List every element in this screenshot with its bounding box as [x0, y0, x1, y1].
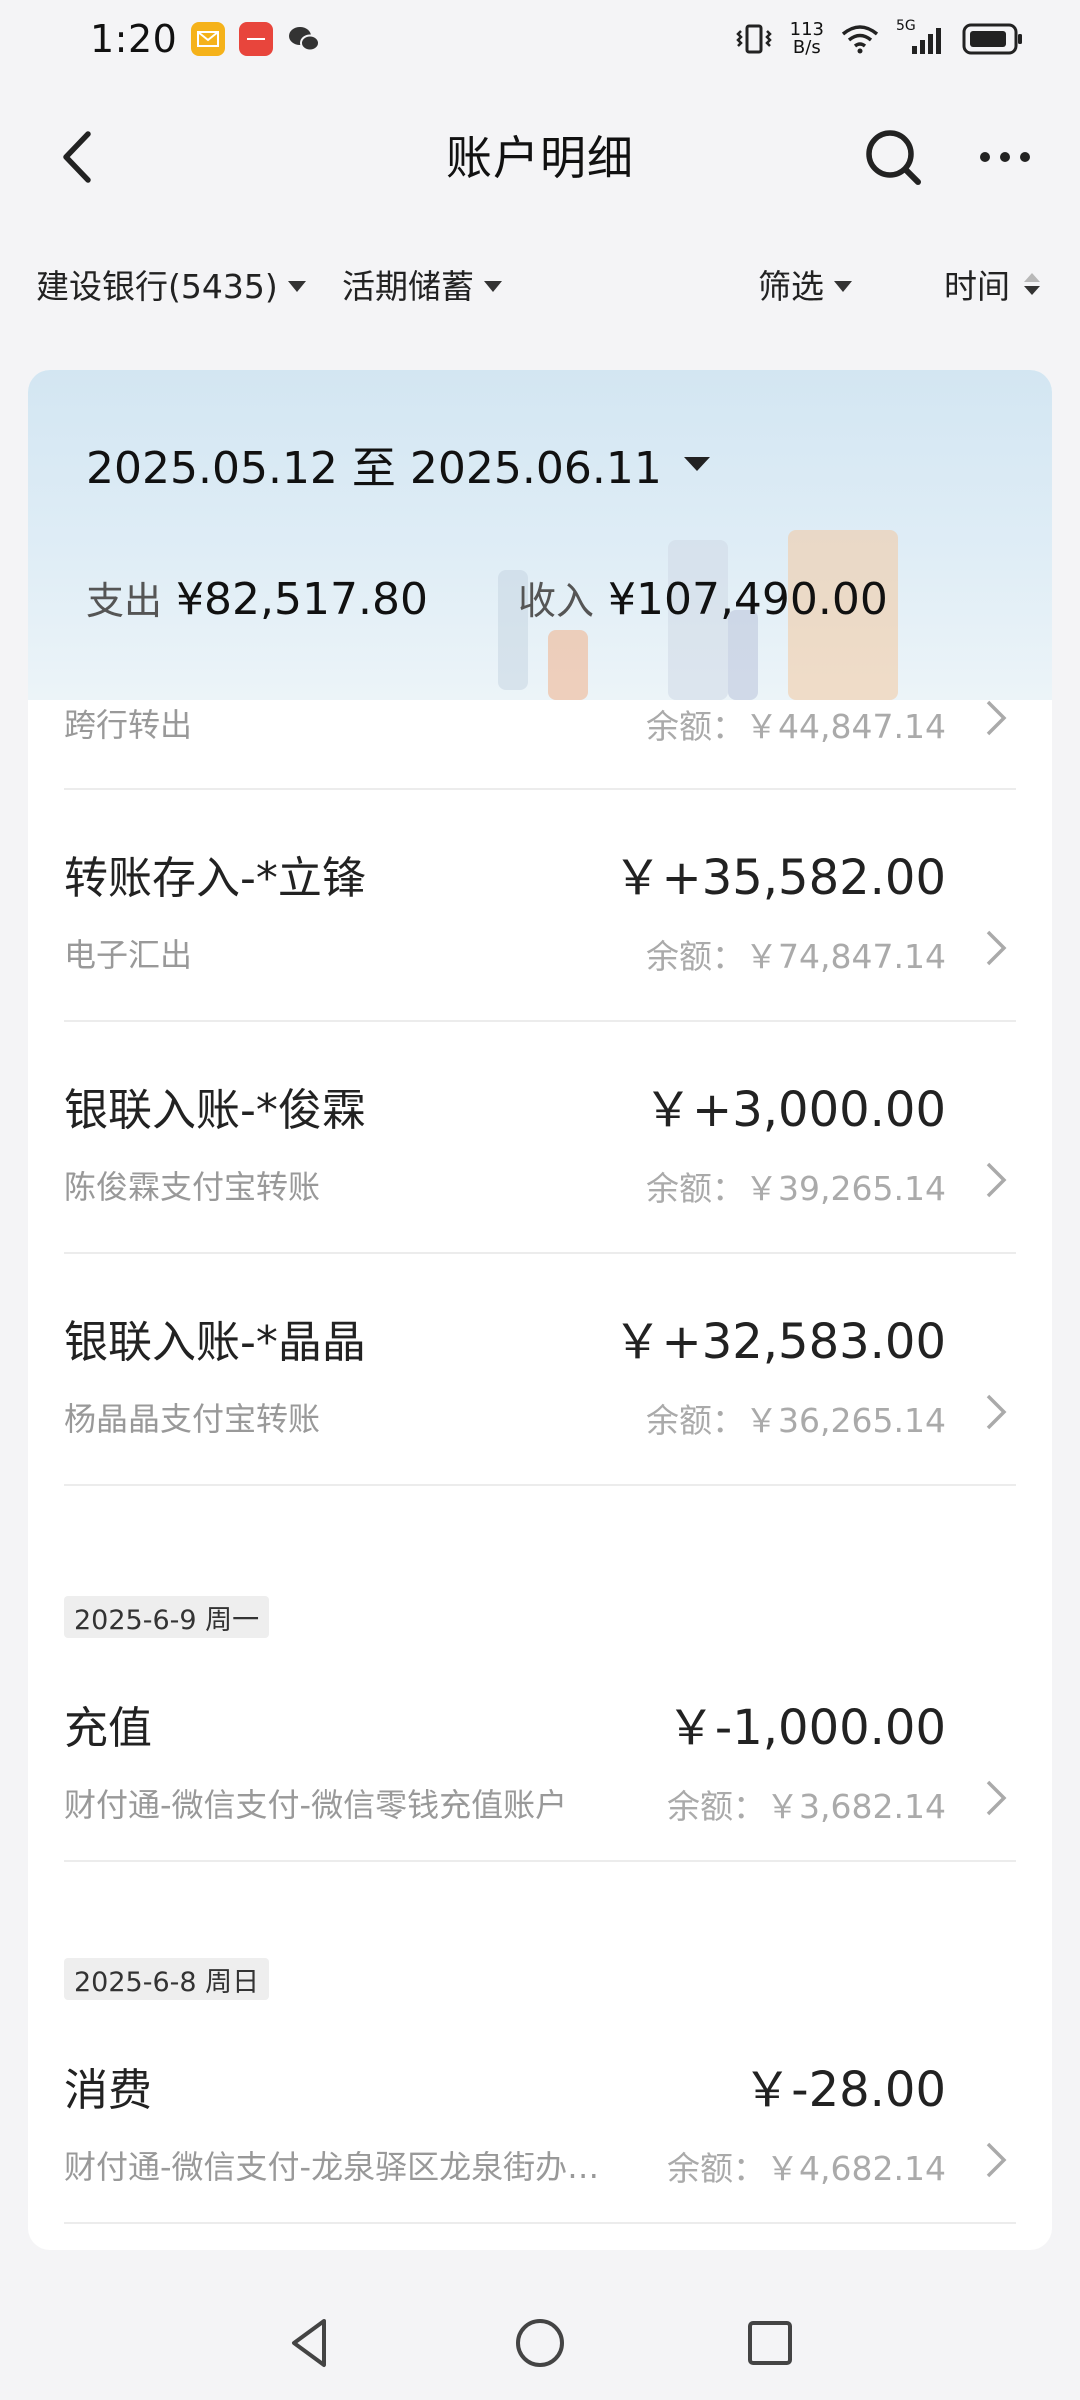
status-right: 113 B/s 5G — [734, 18, 1024, 57]
transaction-title: 银联入账-*俊霖 — [64, 1085, 366, 1136]
expense-label: 支出 — [86, 579, 163, 623]
transaction-row[interactable]: 转账存入-*立锋 ￥+35,582.00 电子汇出 余额：￥74,847.14 — [64, 790, 1016, 1022]
system-home-icon[interactable] — [510, 2313, 570, 2373]
status-bar: 1:20 113 B/s 5G — [0, 0, 1080, 78]
net-speed: 113 B/s — [790, 21, 824, 57]
income-label: 收入 — [517, 579, 594, 623]
transaction-balance: 余额：￥39,265.14 — [646, 1169, 946, 1208]
chevron-right-icon — [986, 1780, 1007, 1816]
system-back-icon[interactable] — [280, 2313, 340, 2373]
transaction-title: 转账存入-*立锋 — [64, 853, 366, 904]
system-nav-bar — [0, 2286, 1080, 2400]
chevron-right-icon — [986, 930, 1007, 966]
wifi-icon — [841, 25, 879, 54]
sort-time-button[interactable]: 时间 — [944, 260, 1040, 308]
huawei-notification-icon — [239, 22, 274, 56]
status-time: 1:20 — [90, 17, 178, 61]
cellular-signal: 5G — [896, 18, 946, 56]
chevron-right-icon — [986, 700, 1007, 736]
chevron-right-icon — [986, 2142, 1007, 2178]
more-icon[interactable] — [970, 122, 1040, 192]
transaction-row[interactable]: 消费 ￥-28.00 财付通-微信支付-龙泉驿区龙泉街办… 余额：￥4,682.… — [64, 2012, 1016, 2224]
account-type-selector[interactable]: 活期储蓄 — [342, 260, 502, 308]
mail-notification-icon — [191, 22, 226, 56]
transaction-desc: 陈俊霖支付宝转账 — [64, 1168, 321, 1206]
transaction-desc: 跨行转出 — [64, 706, 193, 744]
caret-down-icon — [683, 457, 710, 471]
expense-value: ¥82,517.80 — [176, 574, 428, 625]
transaction-row[interactable]: 银联入账-*晶晶 ￥+32,583.00 杨晶晶支付宝转账 余额：￥36,265… — [64, 1254, 1016, 1486]
transactions-card: 2025.05.12 至 2025.06.11 支出 ¥82,517.80 收入… — [28, 370, 1052, 2250]
caret-down-icon — [484, 280, 502, 292]
vibrate-icon — [735, 24, 772, 54]
caret-down-icon — [287, 280, 306, 292]
chevron-right-icon — [986, 1162, 1007, 1198]
income-value: ¥107,490.00 — [607, 574, 888, 625]
transaction-title: 消费 — [64, 2065, 152, 2116]
sort-label: 时间 — [944, 267, 1010, 306]
transaction-desc: 财付通-微信支付-微信零钱充值账户 — [64, 1786, 568, 1824]
income-total: 收入 ¥107,490.00 — [518, 570, 888, 625]
caret-down-icon — [834, 280, 852, 292]
transaction-amount: ￥+32,583.00 — [613, 1314, 946, 1370]
date-range-text: 2025.05.12 至 2025.06.11 — [86, 443, 662, 494]
date-group-header: 2025-6-9 周一 — [64, 1596, 270, 1638]
totals: 支出 ¥82,517.80 收入 ¥107,490.00 — [86, 570, 888, 625]
filter-label: 筛选 — [758, 267, 824, 306]
transaction-row[interactable]: 充值 ￥-1,000.00 财付通-微信支付-微信零钱充值账户 余额：￥3,68… — [64, 1650, 1016, 1862]
transaction-row[interactable]: 银联入账-*俊霖 ￥+3,000.00 陈俊霖支付宝转账 余额：￥39,265.… — [64, 1022, 1016, 1254]
bank-account-label: 建设银行(5435) — [36, 267, 278, 306]
transaction-balance: 余额：￥4,682.14 — [667, 2149, 946, 2188]
page-title: 账户明细 — [446, 131, 634, 185]
transaction-title: 充值 — [64, 1703, 152, 1754]
date-range-selector[interactable]: 2025.05.12 至 2025.06.11 — [86, 432, 710, 496]
transaction-desc: 电子汇出 — [64, 936, 193, 974]
sort-arrows-icon — [1024, 273, 1040, 295]
battery-icon — [962, 23, 1022, 55]
transaction-balance: 余额：￥74,847.14 — [646, 937, 946, 976]
system-recents-icon[interactable] — [740, 2313, 800, 2373]
summary-banner: 2025.05.12 至 2025.06.11 支出 ¥82,517.80 收入… — [28, 370, 1052, 700]
transaction-balance: 余额：￥44,847.14 — [646, 707, 946, 746]
nav-bar: 账户明细 — [0, 100, 1080, 210]
transaction-amount: ￥+3,000.00 — [644, 1082, 946, 1138]
transaction-amount: ￥-28.00 — [743, 2062, 946, 2118]
back-arrow-icon[interactable] — [44, 122, 114, 192]
date-group-header: 2025-6-8 周日 — [64, 1958, 270, 2000]
expense-total: 支出 ¥82,517.80 — [86, 570, 428, 625]
decor-shape — [548, 630, 588, 700]
chevron-right-icon — [986, 1394, 1007, 1430]
transaction-row[interactable]: 跨行转出 余额：￥44,847.14 — [64, 700, 1016, 790]
transaction-title: 银联入账-*晶晶 — [64, 1317, 366, 1368]
bank-account-selector[interactable]: 建设银行(5435) — [36, 260, 306, 308]
filter-bar: 建设银行(5435) 活期储蓄 筛选 时间 — [0, 248, 1080, 318]
transaction-amount: ￥-1,000.00 — [666, 1700, 946, 1756]
transaction-balance: 余额：￥3,682.14 — [667, 1787, 946, 1826]
transaction-desc: 财付通-微信支付-龙泉驿区龙泉街办… — [64, 2148, 600, 2186]
wechat-notification-icon — [287, 22, 321, 56]
filter-button[interactable]: 筛选 — [758, 260, 852, 308]
transaction-amount: ￥+35,582.00 — [613, 850, 946, 906]
status-left: 1:20 — [90, 17, 321, 61]
net-speed-unit: B/s — [792, 37, 821, 58]
account-type-label: 活期储蓄 — [342, 267, 474, 306]
transaction-desc: 杨晶晶支付宝转账 — [64, 1400, 321, 1438]
transaction-balance: 余额：￥36,265.14 — [646, 1401, 946, 1440]
search-icon[interactable] — [858, 122, 928, 192]
